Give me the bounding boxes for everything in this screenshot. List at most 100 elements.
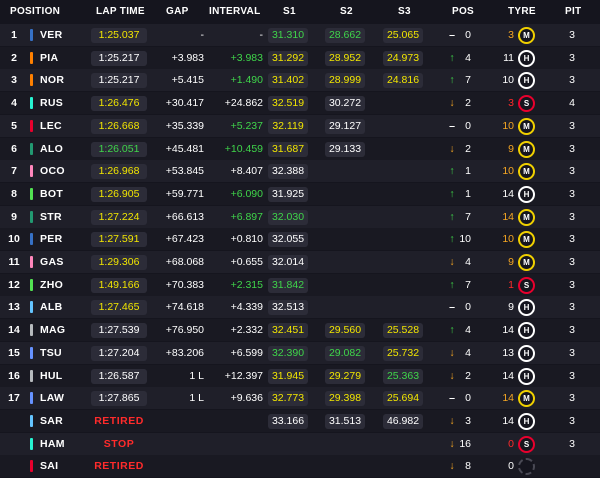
gap-value: +83.206 xyxy=(165,346,204,359)
table-row[interactable]: 10 PER 1:27.591 +67.423 +0.810 32.055 ↑ 10 10 M 3 xyxy=(0,228,600,252)
table-row[interactable]: 17 LAW 1:27.865 1 L +9.636 32.773 29.398 25.694… xyxy=(0,387,600,411)
gap-value: +66.613 xyxy=(165,210,204,223)
table-row[interactable]: 1 VER 1:25.037- -31.310 28.662 25.065–0 3 M 3 xyxy=(0,24,600,47)
table-row[interactable]: HAM STOP ↓ 16 0 S 3 xyxy=(0,432,600,456)
tyre-compound-icon: M xyxy=(518,231,535,249)
tyre-compound-icon: H xyxy=(518,185,535,203)
table-row[interactable]: 3 NOR 1:25.217 +5.415 +1.490 31.402 28.999 24.8… xyxy=(0,69,600,93)
gap-value xyxy=(152,437,204,452)
lap-time: 1:27.865 xyxy=(91,391,147,407)
table-row[interactable]: 2 PIA 1:25.217 +3.983 +3.983 31.292 28.952 24.9… xyxy=(0,46,600,70)
pit-stops: 3 xyxy=(569,165,575,178)
tyre-compound-icon: H xyxy=(518,72,535,90)
table-row[interactable]: 13 ALB 1:27.465 +74.618 +4.339 32.513–0 9 H 3 xyxy=(0,296,600,320)
lap-time: 1:25.217 xyxy=(91,50,147,66)
tyre-age: 10 xyxy=(502,233,514,246)
table-row[interactable]: SAR RETIRED 33.166 31.513 46.982 ↓ 3 14 H 3 xyxy=(0,409,600,433)
header-gap: GAP xyxy=(166,6,189,17)
sector-3-time: 46.982 xyxy=(383,413,423,429)
tyre-age: 0 xyxy=(508,437,514,450)
position-change-value: 0 xyxy=(465,119,471,132)
gap-value: +45.481 xyxy=(165,142,204,155)
sector-2-time xyxy=(325,459,365,474)
tyre-compound-icon: S xyxy=(518,435,535,453)
sector-2-time xyxy=(325,437,365,452)
interval-value xyxy=(210,414,263,429)
sector-3-time xyxy=(383,119,423,134)
table-row[interactable]: 16 HUL 1:26.587 1 L +12.397 31.945 29.279 25.36… xyxy=(0,364,600,388)
lap-time: STOP xyxy=(103,437,135,450)
interval-value xyxy=(210,459,263,474)
tyre-age: 10 xyxy=(502,165,514,178)
tyre-compound-icon: M xyxy=(518,208,535,226)
tyre-compound-icon: H xyxy=(518,322,535,340)
sector-3-time: 25.528 xyxy=(383,323,423,339)
position-change-value: 2 xyxy=(465,369,471,382)
position-change-value: 0 xyxy=(465,392,471,405)
team-color-bar xyxy=(30,324,33,337)
sector-1-time: 31.842 xyxy=(268,277,308,293)
table-row[interactable]: 12 ZHO 1:49.166 +70.383 +2.315 31.842 ↑ 7 1 S 3 xyxy=(0,273,600,297)
position-change-value: 1 xyxy=(465,187,471,200)
driver-code: GAS xyxy=(40,256,64,268)
header-s3: S3 xyxy=(398,6,411,17)
position-number: 16 xyxy=(8,369,20,382)
tyre-compound-icon: M xyxy=(518,27,535,44)
sector-1-time: 32.451 xyxy=(268,323,308,339)
sector-1-time: 32.055 xyxy=(268,232,308,248)
table-row[interactable]: 15 TSU 1:27.204 +83.206 +6.599 32.390 29.082 25… xyxy=(0,341,600,365)
position-change-value: 8 xyxy=(465,460,471,473)
interval-value: +6.599 xyxy=(230,346,263,359)
position-number xyxy=(4,414,24,429)
table-row[interactable]: 8 BOT 1:26.905 +59.771 +6.090 31.925 ↑ 1 14 H 3 xyxy=(0,182,600,206)
sector-2-time xyxy=(325,164,365,179)
tyre-age: 9 xyxy=(508,142,514,155)
table-row[interactable]: SAI RETIRED ↓ 8 0 xyxy=(0,455,600,478)
table-row[interactable]: 4 RUS 1:26.476 +30.417 +24.862 32.519 30.272 ↓ 2… xyxy=(0,92,600,116)
sector-3-time xyxy=(383,187,423,202)
tyre-age: 13 xyxy=(502,346,514,359)
sector-3-time: 25.363 xyxy=(383,368,423,384)
sector-1-time: 31.310 xyxy=(268,28,308,43)
table-row[interactable]: 14 MAG 1:27.539 +76.950 +2.332 32.451 29.560 25… xyxy=(0,319,600,343)
sector-2-time xyxy=(325,278,365,293)
table-row[interactable]: 9 STR 1:27.224 +66.613 +6.897 32.030 ↑ 7 14 M 3 xyxy=(0,205,600,229)
sector-1-time: 33.166 xyxy=(268,413,308,429)
gap-value: 1 L xyxy=(189,369,204,382)
position-number: 8 xyxy=(11,187,17,200)
sector-2-time: 28.662 xyxy=(325,28,365,43)
sector-1-time: 32.513 xyxy=(268,300,308,316)
table-row[interactable]: 6 ALO 1:26.051 +45.481 +10.459 31.687 29.133 ↓ 2… xyxy=(0,137,600,161)
driver-code: PER xyxy=(40,233,63,246)
lap-time: 1:25.037 xyxy=(91,28,147,43)
lap-time: 1:29.306 xyxy=(91,255,147,270)
position-change-value: 4 xyxy=(465,51,471,64)
tyre-compound-icon: M xyxy=(518,163,535,181)
team-color-bar xyxy=(30,210,33,223)
pit-stops: 3 xyxy=(569,437,575,450)
table-row[interactable]: 5 LEC 1:26.668 +35.339 +5.237 32.119 29.127–0 1… xyxy=(0,114,600,138)
lap-time: 1:27.204 xyxy=(91,345,147,361)
team-color-bar xyxy=(30,346,33,359)
sector-2-time xyxy=(325,255,365,270)
table-row[interactable]: 7 OCO 1:26.968 +53.845 +8.407 32.388 ↑ 1 10 M 3 xyxy=(0,160,600,184)
position-change-value: 0 xyxy=(465,301,471,314)
tyre-age: 9 xyxy=(508,256,514,268)
sector-2-time: 29.082 xyxy=(325,345,365,361)
interval-value: +10.459 xyxy=(224,142,263,155)
sector-2-time: 29.279 xyxy=(325,368,365,384)
position-number xyxy=(4,437,24,452)
sector-3-time: 25.065 xyxy=(383,28,423,43)
gap-value xyxy=(152,414,204,429)
tyre-compound-icon: H xyxy=(518,412,535,430)
sector-1-time: 32.519 xyxy=(268,96,308,112)
position-number: 11 xyxy=(8,256,20,268)
table-row[interactable]: 11 GAS 1:29.306 +68.068 +0.655 32.014 ↓ 4 9 M 3 xyxy=(0,251,600,274)
sector-1-time: 32.773 xyxy=(268,391,308,407)
interval-value: +0.655 xyxy=(230,256,263,268)
tyre-compound-icon: M xyxy=(518,117,535,135)
team-color-bar xyxy=(30,256,33,268)
driver-code: MAG xyxy=(40,324,66,337)
gap-value: +59.771 xyxy=(165,187,204,200)
tyre-compound-icon: M xyxy=(518,390,535,408)
